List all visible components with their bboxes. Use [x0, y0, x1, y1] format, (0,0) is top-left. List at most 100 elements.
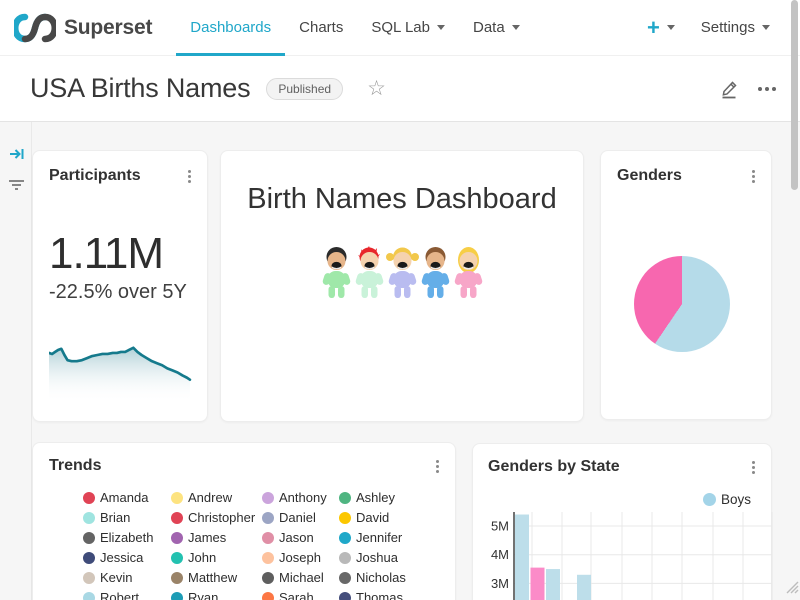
- legend-label: Thomas: [356, 590, 403, 600]
- kid-figure: [419, 244, 452, 304]
- legend-item-joshua[interactable]: Joshua: [339, 551, 429, 564]
- superset-dashboard-app: Superset Dashboards Charts SQL Lab Data …: [0, 0, 800, 600]
- legend-item-nicholas[interactable]: Nicholas: [339, 571, 429, 584]
- legend-label: Ashley: [356, 490, 395, 505]
- nav-item-dashboards[interactable]: Dashboards: [176, 0, 285, 56]
- chevron-down-icon: [667, 25, 675, 30]
- kebab-menu-icon[interactable]: [430, 457, 445, 476]
- legend-item-brian[interactable]: Brian: [83, 511, 171, 524]
- legend-label: David: [356, 510, 389, 525]
- kebab-menu-icon[interactable]: [182, 167, 197, 186]
- legend-item-james[interactable]: James: [171, 531, 262, 544]
- legend-item-jessica[interactable]: Jessica: [83, 551, 171, 564]
- plus-icon: +: [647, 17, 660, 39]
- markdown-heading: Birth Names Dashboard: [221, 183, 583, 216]
- nav-item-charts[interactable]: Charts: [285, 0, 357, 56]
- more-options-icon[interactable]: [758, 87, 776, 91]
- legend-label: Matthew: [188, 570, 237, 585]
- legend-dot-icon: [262, 572, 274, 584]
- legend-label: Ryan: [188, 590, 218, 600]
- legend-item-christopher[interactable]: Christopher: [171, 511, 262, 524]
- legend-label: Elizabeth: [100, 530, 153, 545]
- bar: [577, 575, 591, 600]
- legend-item-elizabeth[interactable]: Elizabeth: [83, 531, 171, 544]
- genders-pie-chart: [634, 256, 730, 352]
- dashboard-body: Participants 1.11M -22.5% over 5Y Birth …: [0, 122, 800, 600]
- legend-label: Jennifer: [356, 530, 402, 545]
- legend-dot-icon: [339, 532, 351, 544]
- legend-dot-icon: [262, 532, 274, 544]
- legend-item-daniel[interactable]: Daniel: [262, 511, 339, 524]
- legend-label: Jason: [279, 530, 314, 545]
- favorite-star-icon[interactable]: ☆: [367, 78, 386, 99]
- resize-handle-icon[interactable]: [783, 578, 799, 599]
- legend-label: Brian: [100, 510, 130, 525]
- bar: [546, 569, 560, 600]
- logo-text: Superset: [64, 16, 152, 40]
- filter-icon[interactable]: [8, 178, 25, 197]
- legend-item-kevin[interactable]: Kevin: [83, 571, 171, 584]
- big-number-value: 1.11M: [49, 229, 163, 279]
- legend-item-joseph[interactable]: Joseph: [262, 551, 339, 564]
- legend-dot-icon: [83, 532, 95, 544]
- nav-item-label: Dashboards: [190, 19, 271, 36]
- trends-legend: Amanda Andrew Anthony Ashley Brian Christophe…: [83, 491, 445, 600]
- chart-title: Trends: [49, 457, 101, 475]
- legend-label: Boys: [721, 492, 751, 507]
- legend-dot-icon: [171, 552, 183, 564]
- kebab-menu-icon[interactable]: [746, 167, 761, 186]
- nav-item-data[interactable]: Data: [459, 0, 534, 56]
- legend-item-thomas[interactable]: Thomas: [339, 591, 429, 600]
- legend-label: Anthony: [279, 490, 327, 505]
- chart-title: Genders by State: [488, 458, 620, 476]
- legend-dot-icon: [262, 592, 274, 600]
- nav-item-label: SQL Lab: [371, 19, 430, 36]
- legend-dot-icon: [83, 592, 95, 600]
- legend-item-michael[interactable]: Michael: [262, 571, 339, 584]
- nav-item-label: Charts: [299, 19, 343, 36]
- edit-pencil-icon[interactable]: [718, 78, 740, 100]
- legend-item-jason[interactable]: Jason: [262, 531, 339, 544]
- legend-item-anthony[interactable]: Anthony: [262, 491, 339, 504]
- trends-card: Trends Amanda Andrew Anthony Ashley Brian Chr…: [32, 442, 456, 600]
- legend-item-amanda[interactable]: Amanda: [83, 491, 171, 504]
- y-axis-tick: 4M: [491, 547, 509, 562]
- new-item-button[interactable]: +: [647, 17, 675, 39]
- legend-dot-icon: [703, 493, 716, 506]
- kebab-menu-icon[interactable]: [746, 458, 761, 477]
- header-actions: [718, 78, 776, 100]
- legend-item-ryan[interactable]: Ryan: [171, 591, 262, 600]
- legend-item-jennifer[interactable]: Jennifer: [339, 531, 429, 544]
- legend-label: Amanda: [100, 490, 148, 505]
- y-axis-tick: 5M: [491, 519, 509, 534]
- boys-legend-item[interactable]: Boys: [703, 492, 751, 507]
- legend-dot-icon: [262, 512, 274, 524]
- expand-filter-bar-icon[interactable]: [9, 146, 25, 167]
- legend-dot-icon: [262, 492, 274, 504]
- settings-label: Settings: [701, 19, 755, 36]
- legend-label: Nicholas: [356, 570, 406, 585]
- legend-item-john[interactable]: John: [171, 551, 262, 564]
- legend-label: Daniel: [279, 510, 316, 525]
- legend-dot-icon: [339, 572, 351, 584]
- settings-menu[interactable]: Settings: [701, 19, 770, 36]
- legend-label: Christopher: [188, 510, 255, 525]
- legend-label: Kevin: [100, 570, 133, 585]
- chart-title: Participants: [49, 167, 141, 185]
- legend-item-andrew[interactable]: Andrew: [171, 491, 262, 504]
- legend-item-ashley[interactable]: Ashley: [339, 491, 429, 504]
- legend-label: John: [188, 550, 216, 565]
- genders-by-state-card: Genders by State Boys 5M4M3M: [472, 443, 772, 600]
- vertical-scrollbar-thumb[interactable]: [791, 0, 798, 190]
- legend-item-matthew[interactable]: Matthew: [171, 571, 262, 584]
- genders-card: Genders: [600, 150, 772, 420]
- legend-dot-icon: [171, 592, 183, 600]
- published-badge[interactable]: Published: [266, 78, 343, 100]
- legend-dot-icon: [83, 492, 95, 504]
- legend-item-sarah[interactable]: Sarah: [262, 591, 339, 600]
- legend-item-david[interactable]: David: [339, 511, 429, 524]
- legend-item-robert[interactable]: Robert: [83, 591, 171, 600]
- nav-item-sql-lab[interactable]: SQL Lab: [357, 0, 459, 56]
- top-navbar: Superset Dashboards Charts SQL Lab Data …: [0, 0, 800, 56]
- superset-logo[interactable]: Superset: [0, 13, 152, 43]
